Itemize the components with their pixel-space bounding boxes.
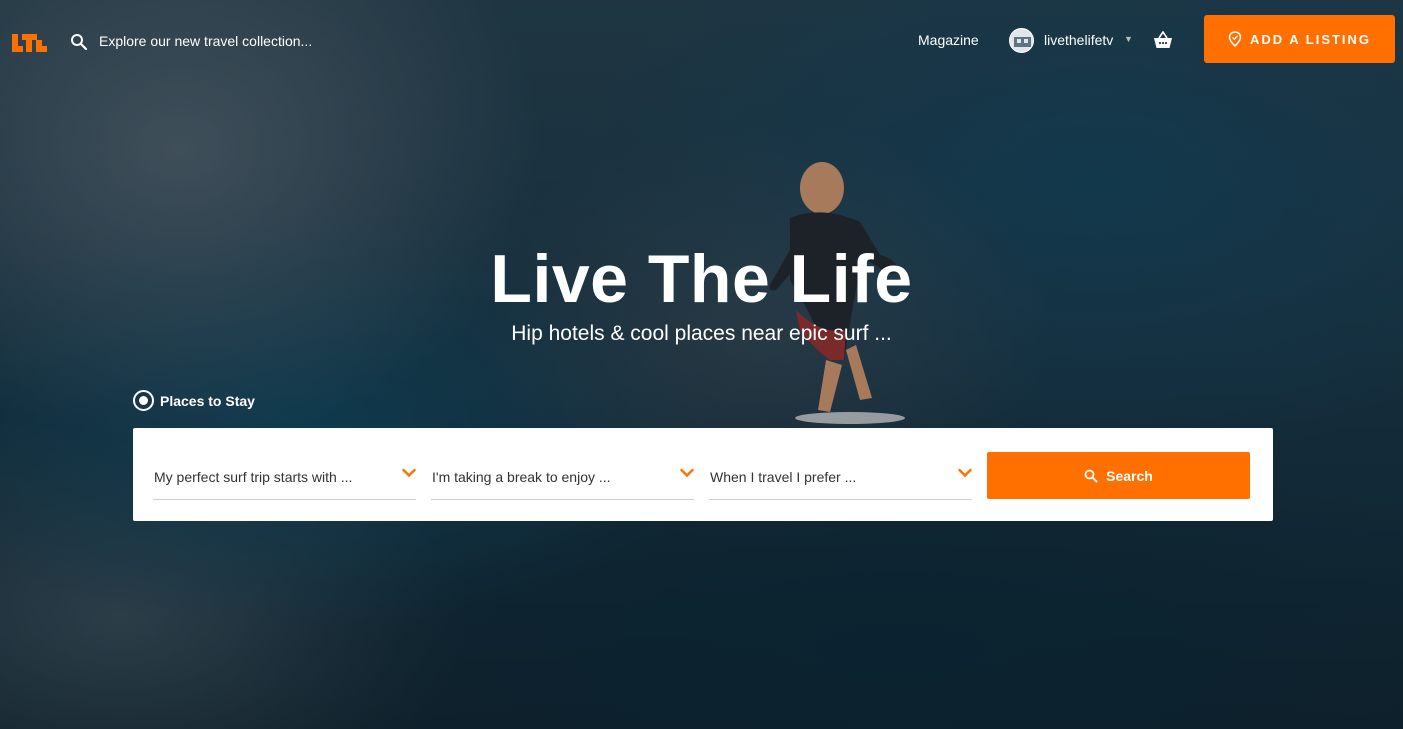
break-enjoy-select[interactable]: I'm taking a break to enjoy ... [431, 458, 694, 500]
add-listing-button[interactable]: ADD A LISTING [1204, 15, 1395, 63]
basket-icon[interactable] [1153, 31, 1173, 49]
chevron-down-icon[interactable]: ▼ [1124, 34, 1133, 44]
travel-prefer-select[interactable]: When I travel I prefer ... [709, 458, 972, 500]
chevron-down-icon [402, 468, 416, 478]
search-button-label: Search [1106, 467, 1153, 484]
add-listing-label: ADD A LISTING [1249, 31, 1372, 47]
surf-trip-select-label: My perfect surf trip starts with ... [154, 469, 353, 485]
radio-icon [133, 390, 154, 411]
hero-title: Live The Life [490, 241, 913, 317]
avatar[interactable] [1009, 28, 1034, 53]
ltl-logo[interactable] [12, 32, 47, 52]
username-label[interactable]: livethelifetv [1044, 32, 1113, 48]
travel-prefer-select-label: When I travel I prefer ... [710, 469, 857, 485]
search-icon [1084, 469, 1098, 482]
places-to-stay-radio[interactable]: Places to Stay [133, 390, 255, 411]
nav-search-input[interactable]: Explore our new travel collection... [99, 33, 312, 49]
surf-trip-select[interactable]: My perfect surf trip starts with ... [153, 458, 416, 500]
break-enjoy-select-label: I'm taking a break to enjoy ... [432, 469, 611, 485]
search-button[interactable]: Search [987, 452, 1250, 499]
map-pin-icon [1228, 31, 1242, 47]
hero-background [0, 0, 1403, 729]
chevron-down-icon [680, 468, 694, 478]
places-to-stay-label: Places to Stay [160, 392, 255, 409]
search-icon[interactable] [70, 33, 88, 51]
top-nav: Explore our new travel collection... Mag… [0, 0, 1403, 80]
search-panel: My perfect surf trip starts with ... I'm… [133, 428, 1273, 521]
hero-subtitle: Hip hotels & cool places near epic surf … [511, 322, 892, 345]
avatar-image [1010, 29, 1033, 52]
chevron-down-icon [958, 468, 972, 478]
nav-link-magazine[interactable]: Magazine [918, 32, 979, 48]
